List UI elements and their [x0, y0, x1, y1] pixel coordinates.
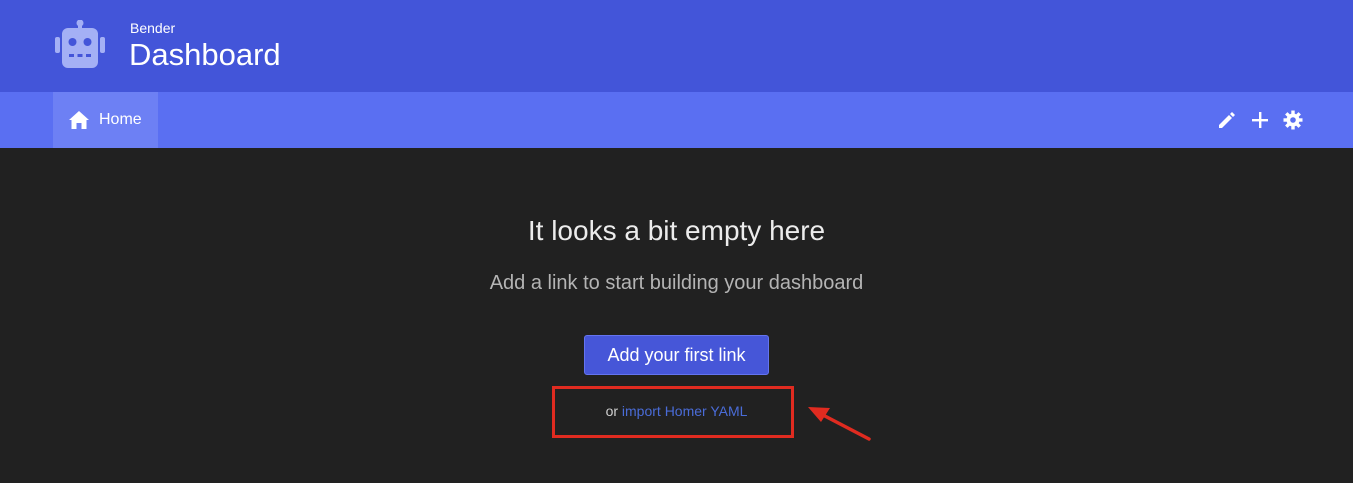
robot-icon	[55, 20, 105, 68]
plus-icon	[1252, 112, 1268, 128]
pencil-icon	[1219, 112, 1235, 128]
nav-item-home[interactable]: Home	[53, 92, 158, 148]
dashboard-subtitle: Bender	[130, 20, 176, 36]
nav-home-label: Home	[99, 111, 142, 128]
header: Bender Dashboard	[0, 0, 1353, 92]
page: Bender Dashboard Home It looks a bit emp…	[0, 0, 1353, 483]
annotation-highlight-box	[552, 386, 794, 438]
annotation-arrow-icon	[808, 407, 871, 441]
empty-state-subtitle: Add a link to start building your dashbo…	[489, 272, 864, 294]
dashboard-title: Dashboard	[129, 37, 281, 72]
nav-actions	[1216, 92, 1304, 148]
edit-button[interactable]	[1216, 109, 1238, 131]
gear-icon	[1283, 110, 1303, 130]
empty-state-title: It looks a bit empty here	[527, 215, 826, 246]
settings-button[interactable]	[1282, 109, 1304, 131]
add-first-link-button[interactable]: Add your first link	[584, 335, 769, 375]
home-icon	[69, 111, 89, 129]
navbar: Home	[0, 92, 1353, 148]
add-button[interactable]	[1249, 109, 1271, 131]
